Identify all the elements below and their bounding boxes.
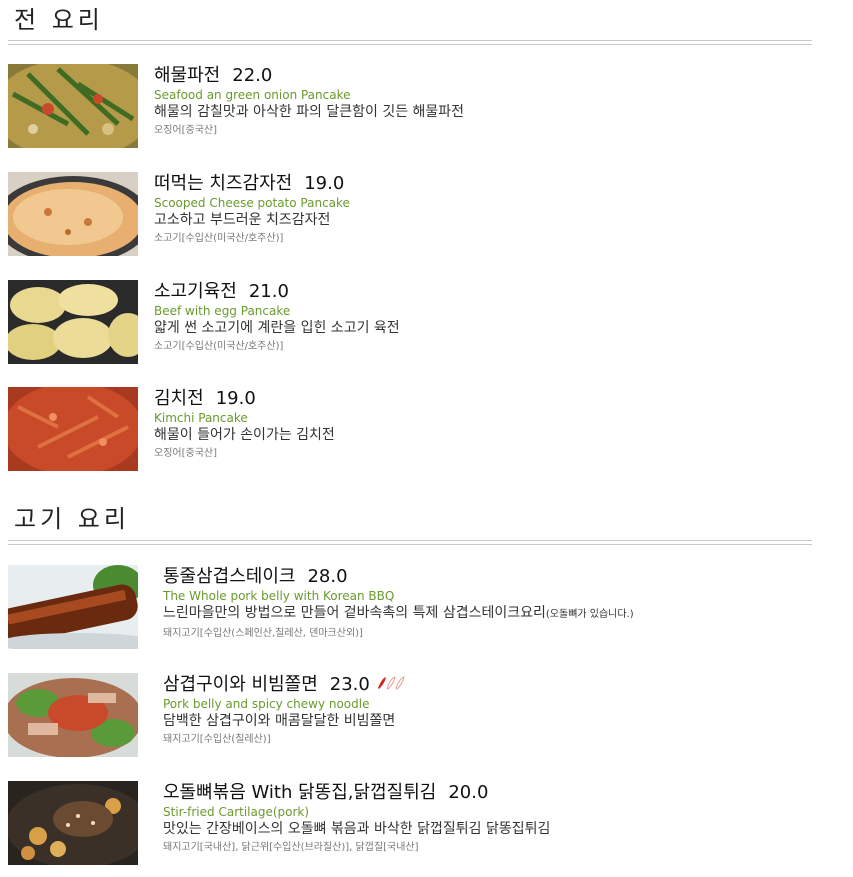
section-divider [8, 540, 812, 545]
menu-item-english: Seafood an green onion Pancake [154, 88, 351, 102]
menu-item-name: 통줄삼겹스테이크 [163, 566, 296, 587]
spicy-pepper-icon [376, 673, 406, 697]
menu-item-origin: 소고기[수입산(미국산/호주산)] [154, 233, 284, 244]
menu-item-description: 맛있는 간장베이스의 오돌뼈 볶음과 바삭한 닭껍질튀김 닭똥집튀김 [163, 821, 551, 837]
food-image-cheese-potato-pancake [8, 172, 138, 256]
menu-item-english: Beef with egg Pancake [154, 304, 291, 318]
food-image-pork-belly-steak [8, 565, 138, 649]
food-image-seafood-pancake [8, 64, 138, 148]
menu-item-price: 28.0 [307, 566, 348, 587]
menu-item-name: 소고기육전 [154, 281, 237, 302]
menu-item-english: Kimchi Pancake [154, 411, 248, 425]
menu-item-note: (오돌뼈가 있습니다.) [545, 609, 634, 620]
menu-item-origin: 돼지고기[수입산(칠레산)] [163, 734, 271, 745]
food-image-stir-fried-cartilage [8, 781, 138, 865]
section-title-pancakes: 전 요리 [14, 6, 104, 34]
menu-item-description: 해물의 감칠맛과 아삭한 파의 달큰함이 깃든 해물파전 [154, 104, 465, 120]
menu-item-name: 오돌뼈볶음 With 닭똥집,닭껍질튀김 [163, 782, 437, 803]
menu-item-price: 19.0 [304, 173, 345, 194]
section-divider [8, 40, 812, 45]
menu-item-description: 해물이 들어가 손이가는 김치전 [154, 427, 335, 443]
menu-item-price: 20.0 [448, 782, 489, 803]
menu-item-english: The Whole pork belly with Korean BBQ [163, 589, 395, 603]
menu-item[interactable]: 삼겹구이와 비빔쫄면 23.0 Pork belly and spicy chew… [8, 673, 833, 763]
menu-item-description: 고소하고 부드러운 치즈감자전 [154, 212, 331, 228]
menu-item-description: 느린마을만의 방법으로 만들어 겉바속촉의 특제 삼겹스테이크요리 [163, 605, 546, 621]
menu-item-origin: 소고기[수입산(미국산/호주산)] [154, 341, 284, 352]
food-image-pork-belly-noodle [8, 673, 138, 757]
menu-item-origin: 돼지고기[국내산], 닭근위[수입산(브라질산)], 닭껍질[국내산] [163, 842, 419, 853]
menu-item[interactable]: 소고기육전 21.0 Beef with egg Pancake 얇게 썬 소고기… [8, 280, 833, 370]
menu-item-description: 담백한 삼겹구이와 매콤달달한 비빔쫄면 [163, 713, 396, 729]
menu-item[interactable]: 김치전 19.0 Kimchi Pancake 해물이 들어가 손이가는 김치전 … [8, 387, 833, 477]
menu-item-description: 얇게 썬 소고기에 계란을 입힌 소고기 육전 [154, 320, 400, 336]
menu-item-name: 삼겹구이와 비빔쫄면 [163, 674, 318, 695]
menu-item-english: Scooped Cheese potato Pancake [154, 196, 350, 210]
menu-item-price: 23.0 [329, 674, 370, 695]
section-title-meat: 고기 요리 [14, 505, 130, 533]
menu-item-name: 해물파전 [154, 65, 221, 86]
menu-item-origin: 오징어[중국산] [154, 448, 218, 459]
menu-item[interactable]: 떠먹는 치즈감자전 19.0 Scooped Cheese potato Panc… [8, 172, 833, 262]
menu-item-price: 21.0 [248, 281, 289, 302]
menu-item-price: 22.0 [232, 65, 273, 86]
food-image-kimchi-pancake [8, 387, 138, 471]
menu-item[interactable]: 통줄삼겹스테이크 28.0 The Whole pork belly with K… [8, 565, 833, 655]
menu-item-english: Pork belly and spicy chewy noodle [163, 697, 370, 711]
menu-item-origin: 오징어[중국산] [154, 125, 218, 136]
menu-item-english: Stir-fried Cartilage(pork) [163, 805, 310, 819]
menu-item-name: 떠먹는 치즈감자전 [154, 173, 293, 194]
menu-item[interactable]: 오돌뼈볶음 With 닭똥집,닭껍질튀김 20.0 Stir-fried Cart… [8, 781, 833, 871]
food-image-beef-egg-pancake [8, 280, 138, 364]
menu-item-name: 김치전 [154, 388, 204, 409]
menu-item-price: 19.0 [215, 388, 256, 409]
menu-item[interactable]: 해물파전 22.0 Seafood an green onion Pancake … [8, 64, 833, 154]
menu-item-origin: 돼지고기[수입산(스페인산,칠레산, 덴마크산외)] [163, 628, 363, 639]
